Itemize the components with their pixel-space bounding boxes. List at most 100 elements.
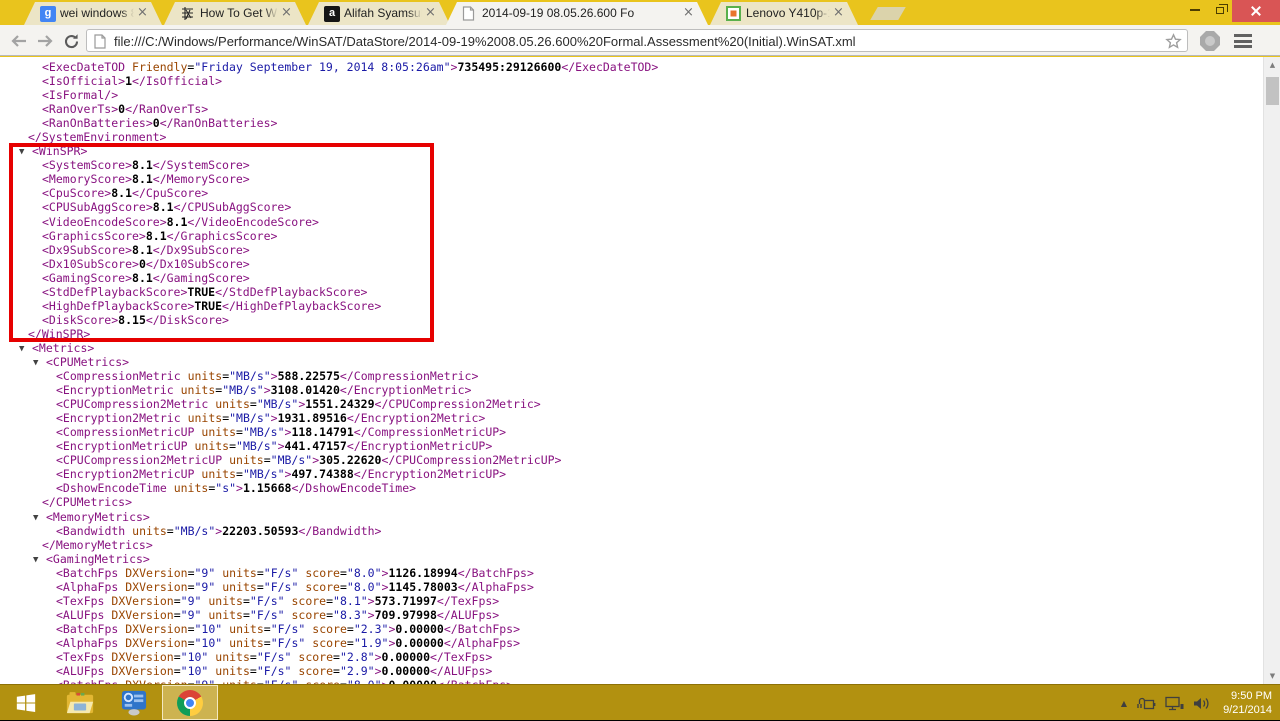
collapse-arrow-icon[interactable]: ▼ [33,553,38,567]
xml-token: units [188,369,223,383]
browser-tab[interactable]: aAlifah Syamsul | ask.fm/al× [308,2,450,25]
xml-token: </CPUMetrics> [42,495,132,509]
scroll-up-icon[interactable]: ▲ [1264,57,1280,73]
xml-token: </DiskScore> [146,313,229,327]
address-bar[interactable]: file:///C:/Windows/Performance/WinSAT/Da… [86,29,1188,52]
xml-token: <AlphaFps [56,636,125,650]
xml-token: </Dx10SubScore> [146,257,250,271]
xml-token: "8.3" [333,608,368,622]
xml-token: "F/s" [250,594,285,608]
xml-token: units [215,397,250,411]
network-icon[interactable] [1165,696,1184,711]
close-window-button[interactable] [1232,0,1280,22]
xml-line: <TexFps DXVersion="9" units="F/s" score=… [0,594,1263,608]
tab-close-icon[interactable]: × [423,6,438,21]
xml-token: <IsFormal/> [42,88,118,102]
xml-line: <Dx9SubScore>8.1</Dx9SubScore> [0,243,1263,257]
xml-line: <GraphicsScore>8.1</GraphicsScore> [0,229,1263,243]
xml-viewer: <ExecDateTOD Friendly="Friday September … [0,57,1263,684]
xml-token: <SystemScore> [42,158,132,172]
xml-token: "MB/s" [174,524,216,538]
tab-close-icon[interactable]: × [279,6,294,21]
xml-token: = [257,566,264,580]
xml-token: 1931.89516 [278,411,347,425]
xml-line: <RanOverTs>0</RanOverTs> [0,102,1263,116]
xml-token: units [229,622,264,636]
tab-close-icon[interactable]: × [831,6,846,21]
xml-token: TRUE [187,285,215,299]
browser-tab[interactable]: gwei windows 8.1 - Google× [24,2,162,25]
browser-tab[interactable]: Lenovo Y410p-1919, Y510p× [710,2,858,25]
chrome-taskbar-button[interactable] [162,685,218,720]
xml-token: </IsOfficial> [132,74,222,88]
speaker-icon[interactable] [1193,696,1210,711]
new-tab-button[interactable] [870,7,906,20]
show-hidden-icons-button[interactable]: ▲ [1121,699,1127,708]
collapse-arrow-icon[interactable]: ▼ [33,511,38,525]
xml-token: "2.3" [354,622,389,636]
scrollbar-thumb[interactable] [1266,77,1279,105]
xml-token: 8.1 [132,243,153,257]
xml-token: "F/s" [257,650,292,664]
browser-tab[interactable]: How To Get Windows Exp× [164,2,306,25]
xml-token: 8.1 [132,271,153,285]
reload-button[interactable] [60,30,82,52]
forward-arrow-icon [36,34,54,48]
xml-token: = [243,594,250,608]
handstop-extension-icon[interactable] [1200,31,1220,51]
back-button[interactable] [8,30,30,52]
xml-token: </CompressionMetricUP> [354,425,506,439]
control-panel-button[interactable] [110,685,158,720]
xml-token: </BatchFps> [444,622,520,636]
forward-button[interactable] [34,30,56,52]
minimize-icon [1190,9,1200,11]
start-button[interactable] [4,685,48,720]
scroll-down-icon[interactable]: ▼ [1264,668,1280,684]
xml-token: "F/s" [257,664,292,678]
tab-close-icon[interactable]: × [135,6,150,21]
xml-token: </RanOnBatteries> [160,116,278,130]
tab-strip: gwei windows 8.1 - Google×How To Get Win… [0,0,1280,25]
browser-tab[interactable]: 2014-09-19 08.05.26.600 Fo× [446,2,708,25]
minimize-button[interactable] [1182,0,1207,20]
bookmark-star-icon[interactable] [1165,33,1182,55]
xml-token: "8.0" [347,566,382,580]
windows-logo-icon [15,692,37,714]
xml-token: = [174,594,181,608]
vertical-scrollbar[interactable]: ▲ ▼ [1263,57,1280,684]
chrome-menu-button[interactable] [1234,34,1252,48]
xml-token: 8.15 [118,313,146,327]
xml-token: 573.71997 [375,594,437,608]
xml-token: </MemoryMetrics> [42,538,153,552]
collapse-arrow-icon[interactable]: ▼ [19,342,24,356]
xml-line: <CPUSubAggScore>8.1</CPUSubAggScore> [0,200,1263,214]
xml-token: 1.15668 [243,481,291,495]
xml-line: <IsOfficial>1</IsOfficial> [0,74,1263,88]
xml-line: </MemoryMetrics> [0,538,1263,552]
xml-token: 0.00000 [395,622,443,636]
xml-token: </VideoEncodeScore> [187,215,319,229]
collapse-arrow-icon[interactable]: ▼ [33,356,38,370]
xml-token: </ExecDateTOD> [561,60,658,74]
xml-token: > [368,594,375,608]
google-favicon: g [40,6,56,22]
tab-close-icon[interactable]: × [681,6,696,21]
taskbar: ▲ 9:50 PM 9/21/2014 [0,684,1280,720]
collapse-arrow-icon[interactable]: ▼ [19,145,24,159]
xml-token: > [264,383,271,397]
restore-button[interactable] [1207,0,1232,20]
xml-token: 0.00000 [382,650,430,664]
xml-token: = [188,622,195,636]
xml-token: = [264,622,271,636]
xml-token: units [132,524,167,538]
file-explorer-button[interactable] [56,685,104,720]
xml-token: = [167,524,174,538]
xml-token: > [375,664,382,678]
battery-icon[interactable] [1136,696,1156,711]
tab-title: Alifah Syamsul | ask.fm/al [344,6,422,20]
browser-window: gwei windows 8.1 - Google×How To Get Win… [0,0,1280,684]
xml-token: 0.00000 [395,636,443,650]
close-icon [1251,6,1261,16]
xml-token: <VideoEncodeScore> [42,215,167,229]
taskbar-clock[interactable]: 9:50 PM 9/21/2014 [1219,689,1272,717]
